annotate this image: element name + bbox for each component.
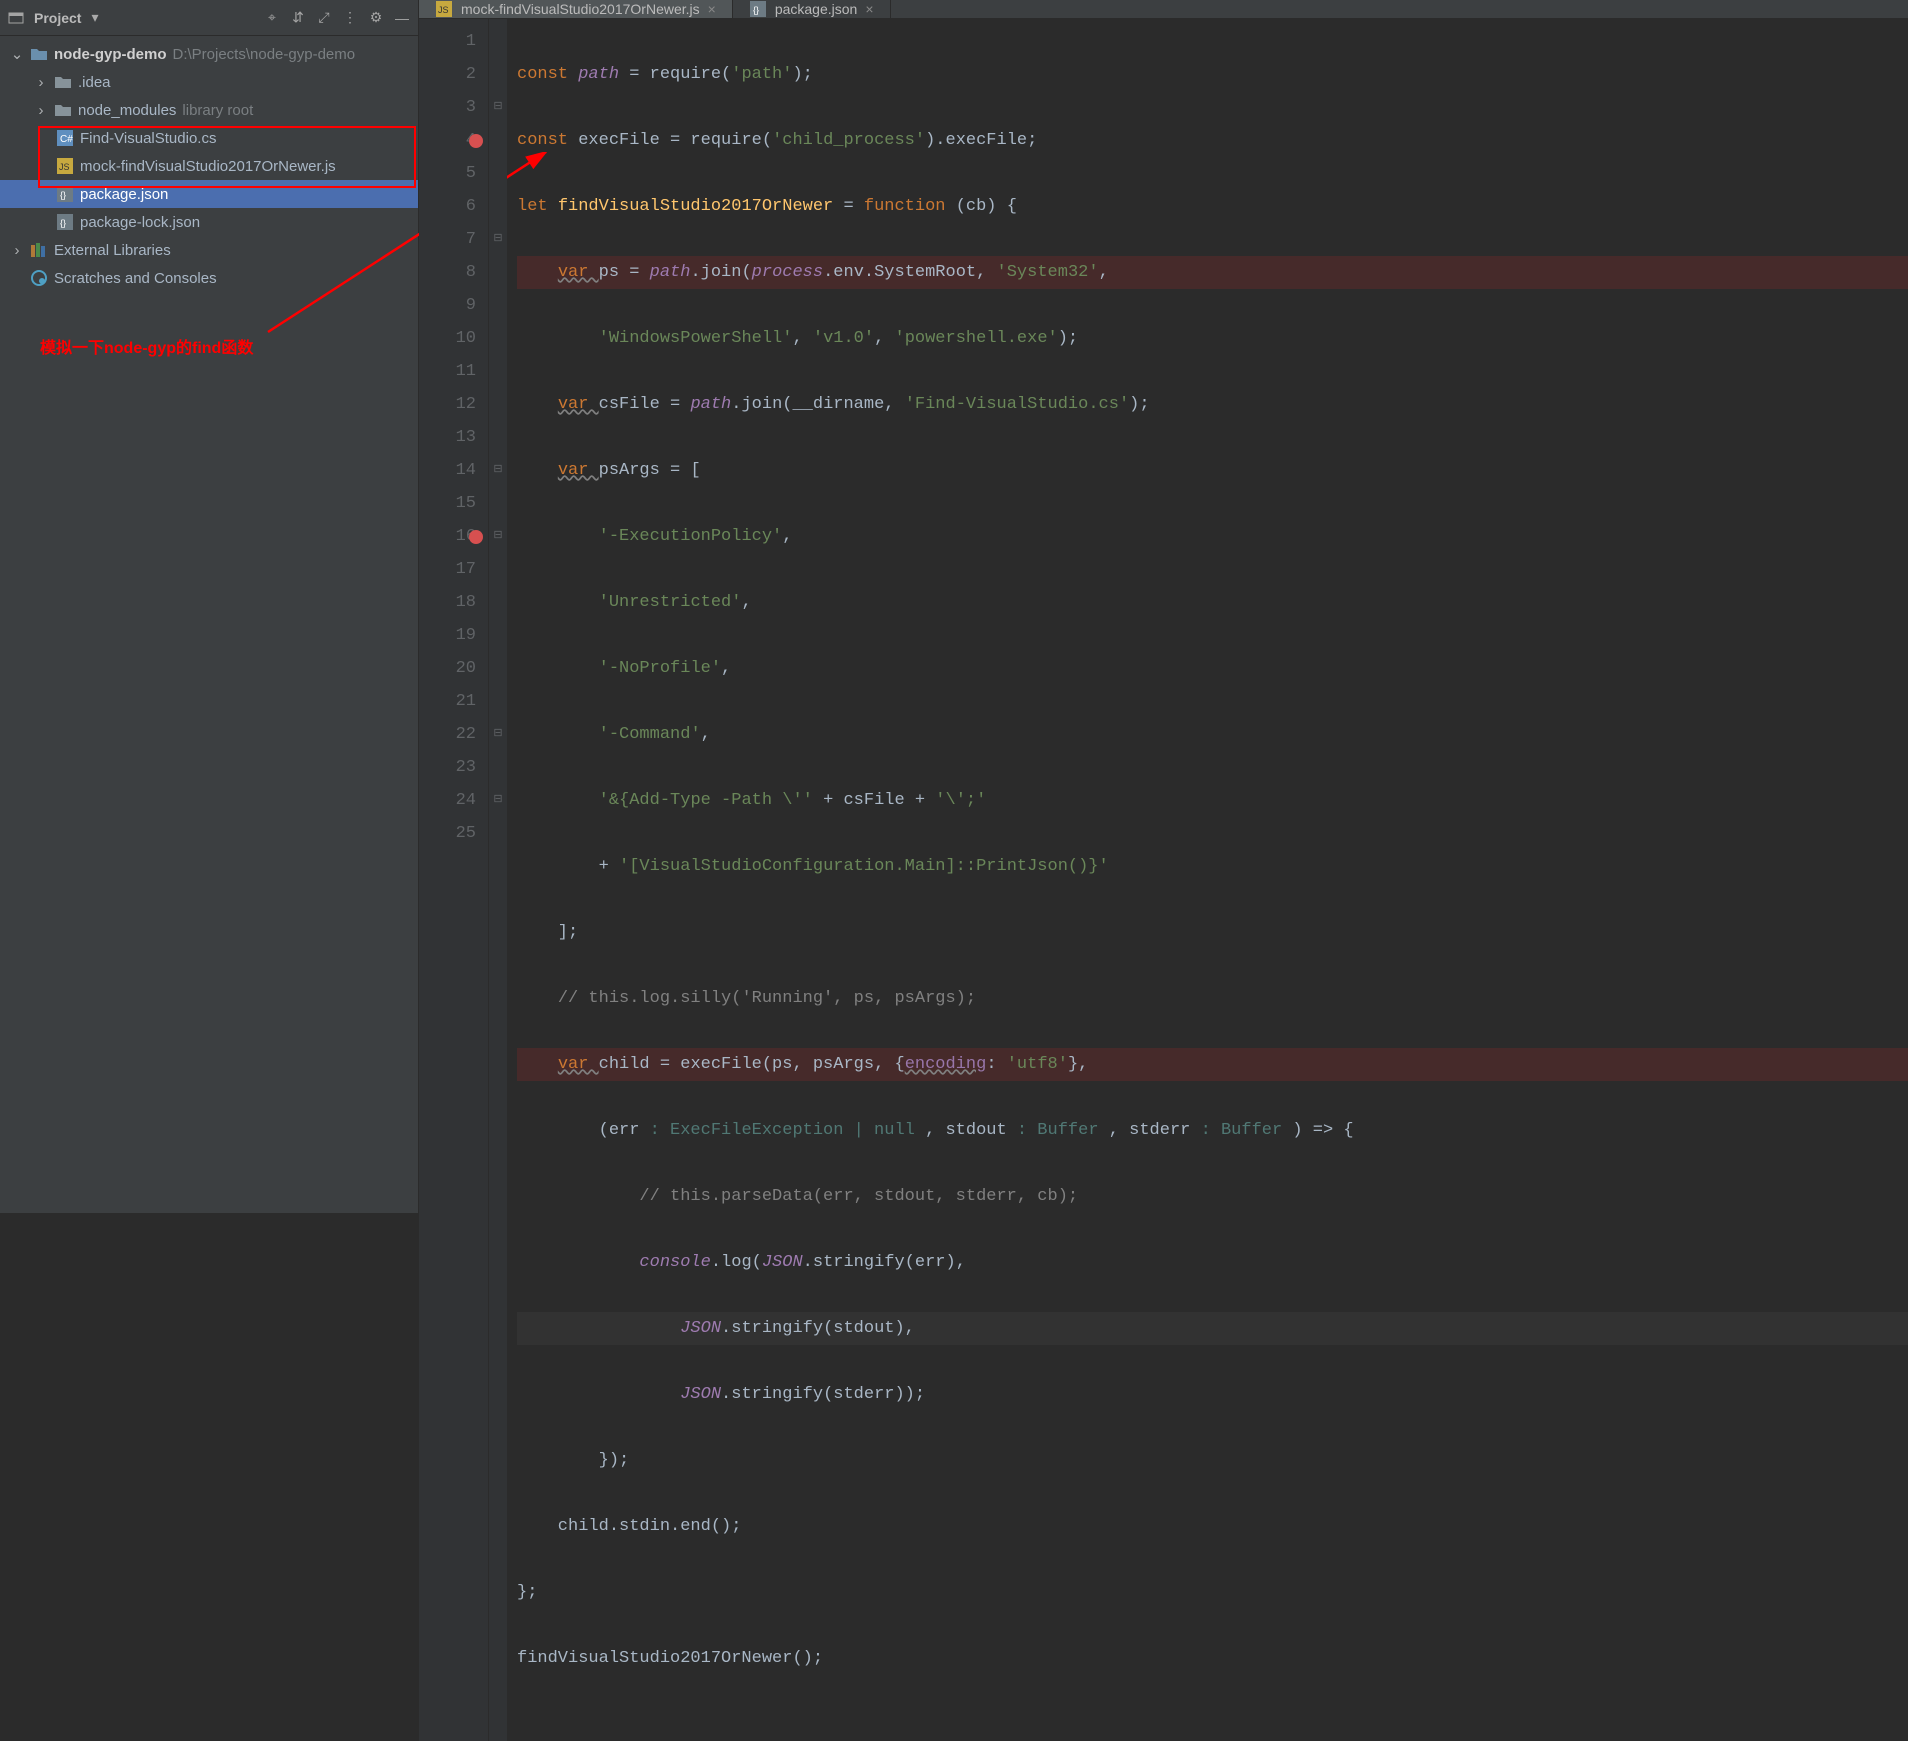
code-body[interactable]: const path = require('path'); const exec… — [507, 19, 1908, 1741]
project-icon — [8, 10, 24, 26]
gear-icon[interactable]: ⚙ — [368, 10, 384, 26]
folder-icon — [54, 73, 72, 91]
minimize-icon[interactable]: — — [394, 10, 410, 26]
fold-icon[interactable]: ⊟ — [489, 718, 507, 751]
project-tree[interactable]: ⌄ node-gyp-demo D:\Projects\node-gyp-dem… — [0, 36, 418, 296]
line-number-gutter[interactable]: 123 4 5678 9101112 131415 16 17181920 21… — [419, 19, 489, 1741]
close-icon[interactable]: × — [865, 1, 873, 17]
expand-all-icon[interactable]: ⤢ — [316, 10, 332, 26]
tree-root-name: node-gyp-demo — [54, 46, 167, 63]
tab-label: package.json — [775, 1, 858, 17]
svg-text:{}: {} — [753, 5, 759, 15]
js-file-icon: JS — [435, 0, 453, 18]
fold-icon[interactable]: ⊟ — [489, 91, 507, 124]
fold-gutter[interactable]: ⊟ ⊟ ⊟ ⊟ ⊟ ⊟ — [489, 19, 507, 1741]
chevron-right-icon[interactable]: › — [34, 74, 48, 91]
dropdown-icon[interactable]: ▾ — [91, 9, 98, 26]
fold-icon[interactable]: ⊟ — [489, 223, 507, 256]
folder-icon — [30, 45, 48, 63]
svg-text:{}: {} — [60, 190, 66, 200]
svg-text:JS: JS — [438, 5, 449, 15]
locate-icon[interactable]: ⌖ — [264, 10, 280, 26]
annotation-text: 模拟一下node-gyp的find函数 — [40, 334, 253, 358]
scratches-icon — [30, 269, 48, 287]
chevron-down-icon[interactable]: ⌄ — [10, 45, 24, 63]
tree-item-label: External Libraries — [54, 242, 171, 259]
libraries-icon — [30, 241, 48, 259]
tree-item-label: package-lock.json — [80, 214, 200, 231]
editor: JS mock-findVisualStudio2017OrNewer.js ×… — [419, 0, 1908, 1213]
editor-tabs: JS mock-findVisualStudio2017OrNewer.js ×… — [419, 0, 1908, 19]
tree-item-hint: library root — [182, 102, 253, 119]
tree-node-modules-folder[interactable]: › node_modules library root — [0, 96, 418, 124]
tree-root-path: D:\Projects\node-gyp-demo — [173, 46, 356, 63]
annotation-box — [38, 126, 416, 188]
breakpoint-icon[interactable] — [469, 530, 483, 544]
folder-icon — [54, 101, 72, 119]
json-file-icon: {} — [749, 0, 767, 18]
tree-item-label: Scratches and Consoles — [54, 270, 217, 287]
code-area[interactable]: 123 4 5678 9101112 131415 16 17181920 21… — [419, 19, 1908, 1741]
fold-icon[interactable]: ⊟ — [489, 784, 507, 817]
divider-icon: ⋮ — [342, 10, 358, 26]
collapse-all-icon[interactable]: ⇵ — [290, 10, 306, 26]
chevron-right-icon[interactable]: › — [10, 242, 24, 259]
project-panel-title: Project — [34, 10, 81, 26]
tree-item-label: package.json — [80, 186, 168, 203]
tab-mock-js[interactable]: JS mock-findVisualStudio2017OrNewer.js × — [419, 0, 733, 18]
tab-label: mock-findVisualStudio2017OrNewer.js — [461, 1, 700, 17]
project-panel-header: Project ▾ ⌖ ⇵ ⤢ ⋮ ⚙ — — [0, 0, 418, 36]
chevron-right-icon[interactable]: › — [34, 102, 48, 119]
tab-package-json[interactable]: {} package.json × — [733, 0, 891, 18]
fold-icon[interactable]: ⊟ — [489, 520, 507, 553]
chevron-none — [10, 270, 24, 287]
tree-scratches[interactable]: Scratches and Consoles — [0, 264, 418, 292]
tree-file-package-lock[interactable]: {} package-lock.json — [0, 208, 418, 236]
fold-icon[interactable]: ⊟ — [489, 454, 507, 487]
svg-text:{}: {} — [60, 218, 66, 228]
tree-idea-folder[interactable]: › .idea — [0, 68, 418, 96]
tree-item-label: .idea — [78, 74, 111, 91]
tree-item-label: node_modules — [78, 102, 176, 119]
breakpoint-icon[interactable] — [469, 134, 483, 148]
tree-external-libraries[interactable]: › External Libraries — [0, 236, 418, 264]
project-panel: Project ▾ ⌖ ⇵ ⤢ ⋮ ⚙ — ⌄ node-gyp-demo D:… — [0, 0, 419, 1213]
json-file-icon: {} — [56, 213, 74, 231]
close-icon[interactable]: × — [708, 1, 716, 17]
tree-root[interactable]: ⌄ node-gyp-demo D:\Projects\node-gyp-dem… — [0, 40, 418, 68]
